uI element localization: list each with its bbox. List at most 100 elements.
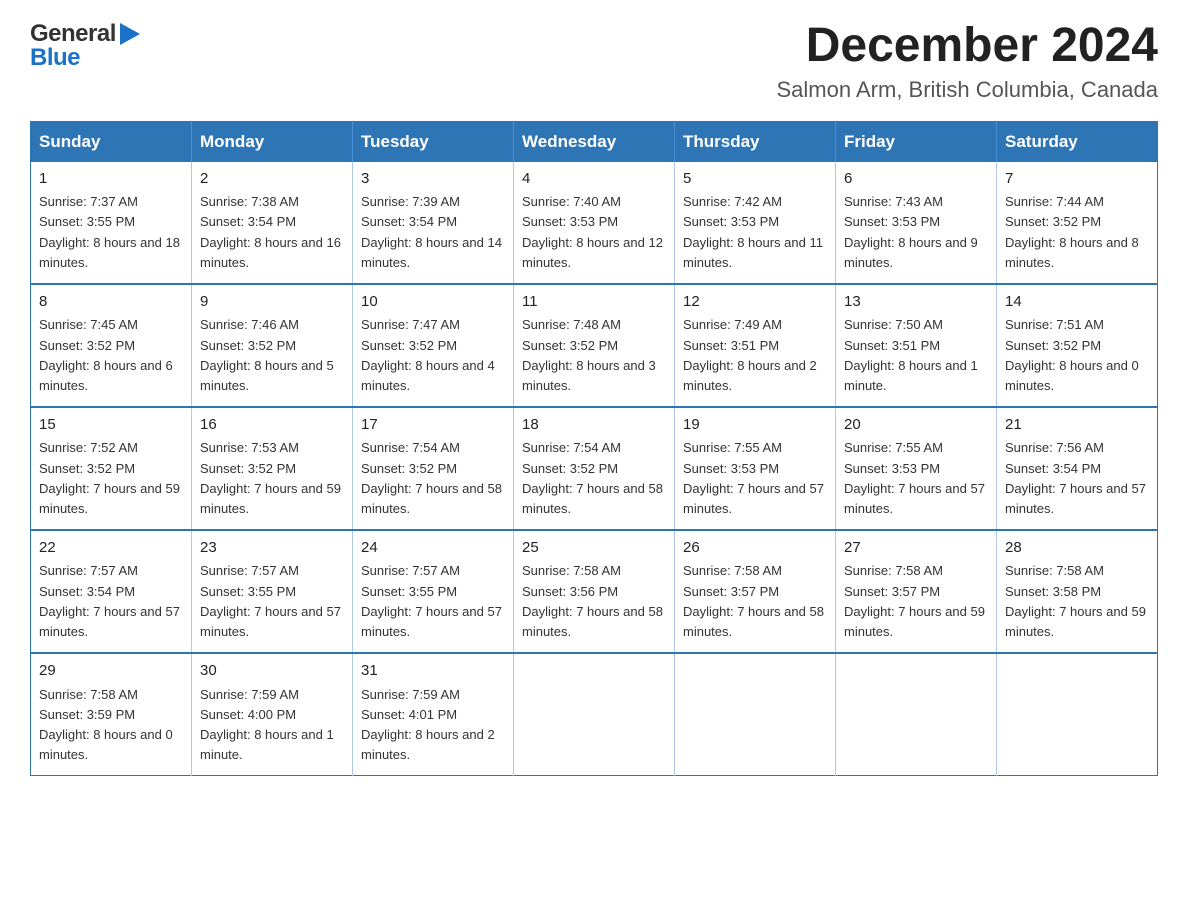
calendar-day-cell: 10Sunrise: 7:47 AMSunset: 3:52 PMDayligh… xyxy=(353,284,514,407)
calendar-weekday-header: Friday xyxy=(836,121,997,162)
day-info: Sunrise: 7:45 AMSunset: 3:52 PMDaylight:… xyxy=(39,315,183,396)
day-info: Sunrise: 7:59 AMSunset: 4:01 PMDaylight:… xyxy=(361,685,505,766)
calendar-weekday-header: Saturday xyxy=(997,121,1158,162)
calendar-day-cell: 24Sunrise: 7:57 AMSunset: 3:55 PMDayligh… xyxy=(353,530,514,653)
logo-arrow-icon xyxy=(120,23,140,45)
day-number: 1 xyxy=(39,168,183,191)
day-number: 9 xyxy=(200,291,344,314)
calendar-day-cell: 5Sunrise: 7:42 AMSunset: 3:53 PMDaylight… xyxy=(675,162,836,284)
calendar-day-cell xyxy=(997,653,1158,776)
day-number: 29 xyxy=(39,660,183,683)
day-number: 4 xyxy=(522,168,666,191)
day-number: 26 xyxy=(683,537,827,560)
day-number: 8 xyxy=(39,291,183,314)
day-info: Sunrise: 7:50 AMSunset: 3:51 PMDaylight:… xyxy=(844,315,988,396)
calendar-week-row: 15Sunrise: 7:52 AMSunset: 3:52 PMDayligh… xyxy=(31,407,1158,530)
day-info: Sunrise: 7:58 AMSunset: 3:59 PMDaylight:… xyxy=(39,685,183,766)
calendar-day-cell: 16Sunrise: 7:53 AMSunset: 3:52 PMDayligh… xyxy=(192,407,353,530)
day-info: Sunrise: 7:57 AMSunset: 3:55 PMDaylight:… xyxy=(200,561,344,642)
calendar-day-cell: 25Sunrise: 7:58 AMSunset: 3:56 PMDayligh… xyxy=(514,530,675,653)
calendar-day-cell: 31Sunrise: 7:59 AMSunset: 4:01 PMDayligh… xyxy=(353,653,514,776)
calendar-day-cell: 20Sunrise: 7:55 AMSunset: 3:53 PMDayligh… xyxy=(836,407,997,530)
day-number: 3 xyxy=(361,168,505,191)
day-info: Sunrise: 7:54 AMSunset: 3:52 PMDaylight:… xyxy=(361,438,505,519)
day-number: 30 xyxy=(200,660,344,683)
calendar-day-cell: 3Sunrise: 7:39 AMSunset: 3:54 PMDaylight… xyxy=(353,162,514,284)
calendar-day-cell: 27Sunrise: 7:58 AMSunset: 3:57 PMDayligh… xyxy=(836,530,997,653)
calendar-day-cell: 30Sunrise: 7:59 AMSunset: 4:00 PMDayligh… xyxy=(192,653,353,776)
calendar-day-cell: 8Sunrise: 7:45 AMSunset: 3:52 PMDaylight… xyxy=(31,284,192,407)
logo-blue-text: Blue xyxy=(30,44,80,72)
day-number: 13 xyxy=(844,291,988,314)
calendar-week-row: 29Sunrise: 7:58 AMSunset: 3:59 PMDayligh… xyxy=(31,653,1158,776)
calendar-day-cell: 23Sunrise: 7:57 AMSunset: 3:55 PMDayligh… xyxy=(192,530,353,653)
day-number: 31 xyxy=(361,660,505,683)
calendar-day-cell: 13Sunrise: 7:50 AMSunset: 3:51 PMDayligh… xyxy=(836,284,997,407)
day-info: Sunrise: 7:57 AMSunset: 3:54 PMDaylight:… xyxy=(39,561,183,642)
location-subtitle: Salmon Arm, British Columbia, Canada xyxy=(777,77,1159,103)
day-number: 7 xyxy=(1005,168,1149,191)
day-info: Sunrise: 7:40 AMSunset: 3:53 PMDaylight:… xyxy=(522,192,666,273)
day-info: Sunrise: 7:56 AMSunset: 3:54 PMDaylight:… xyxy=(1005,438,1149,519)
day-info: Sunrise: 7:46 AMSunset: 3:52 PMDaylight:… xyxy=(200,315,344,396)
day-info: Sunrise: 7:49 AMSunset: 3:51 PMDaylight:… xyxy=(683,315,827,396)
day-number: 25 xyxy=(522,537,666,560)
calendar-day-cell: 9Sunrise: 7:46 AMSunset: 3:52 PMDaylight… xyxy=(192,284,353,407)
page-header: General Blue December 2024 Salmon Arm, B… xyxy=(30,20,1158,103)
calendar-day-cell: 22Sunrise: 7:57 AMSunset: 3:54 PMDayligh… xyxy=(31,530,192,653)
day-number: 12 xyxy=(683,291,827,314)
day-info: Sunrise: 7:53 AMSunset: 3:52 PMDaylight:… xyxy=(200,438,344,519)
day-number: 20 xyxy=(844,414,988,437)
day-number: 22 xyxy=(39,537,183,560)
day-number: 28 xyxy=(1005,537,1149,560)
day-number: 19 xyxy=(683,414,827,437)
day-number: 17 xyxy=(361,414,505,437)
day-number: 24 xyxy=(361,537,505,560)
calendar-week-row: 8Sunrise: 7:45 AMSunset: 3:52 PMDaylight… xyxy=(31,284,1158,407)
calendar-day-cell xyxy=(836,653,997,776)
day-info: Sunrise: 7:38 AMSunset: 3:54 PMDaylight:… xyxy=(200,192,344,273)
day-info: Sunrise: 7:58 AMSunset: 3:57 PMDaylight:… xyxy=(844,561,988,642)
day-info: Sunrise: 7:42 AMSunset: 3:53 PMDaylight:… xyxy=(683,192,827,273)
day-info: Sunrise: 7:52 AMSunset: 3:52 PMDaylight:… xyxy=(39,438,183,519)
calendar-week-row: 22Sunrise: 7:57 AMSunset: 3:54 PMDayligh… xyxy=(31,530,1158,653)
day-number: 6 xyxy=(844,168,988,191)
calendar-day-cell xyxy=(514,653,675,776)
calendar-day-cell: 1Sunrise: 7:37 AMSunset: 3:55 PMDaylight… xyxy=(31,162,192,284)
logo: General Blue xyxy=(30,20,140,72)
day-info: Sunrise: 7:44 AMSunset: 3:52 PMDaylight:… xyxy=(1005,192,1149,273)
day-info: Sunrise: 7:48 AMSunset: 3:52 PMDaylight:… xyxy=(522,315,666,396)
calendar-weekday-header: Thursday xyxy=(675,121,836,162)
day-info: Sunrise: 7:58 AMSunset: 3:57 PMDaylight:… xyxy=(683,561,827,642)
day-info: Sunrise: 7:51 AMSunset: 3:52 PMDaylight:… xyxy=(1005,315,1149,396)
calendar-weekday-header: Tuesday xyxy=(353,121,514,162)
day-number: 21 xyxy=(1005,414,1149,437)
day-info: Sunrise: 7:47 AMSunset: 3:52 PMDaylight:… xyxy=(361,315,505,396)
calendar-day-cell: 19Sunrise: 7:55 AMSunset: 3:53 PMDayligh… xyxy=(675,407,836,530)
day-number: 11 xyxy=(522,291,666,314)
day-info: Sunrise: 7:59 AMSunset: 4:00 PMDaylight:… xyxy=(200,685,344,766)
day-number: 18 xyxy=(522,414,666,437)
calendar-day-cell: 14Sunrise: 7:51 AMSunset: 3:52 PMDayligh… xyxy=(997,284,1158,407)
calendar-week-row: 1Sunrise: 7:37 AMSunset: 3:55 PMDaylight… xyxy=(31,162,1158,284)
day-number: 10 xyxy=(361,291,505,314)
day-info: Sunrise: 7:54 AMSunset: 3:52 PMDaylight:… xyxy=(522,438,666,519)
calendar-weekday-header: Monday xyxy=(192,121,353,162)
calendar-table: SundayMondayTuesdayWednesdayThursdayFrid… xyxy=(30,121,1158,776)
calendar-day-cell: 11Sunrise: 7:48 AMSunset: 3:52 PMDayligh… xyxy=(514,284,675,407)
day-info: Sunrise: 7:55 AMSunset: 3:53 PMDaylight:… xyxy=(683,438,827,519)
calendar-day-cell: 12Sunrise: 7:49 AMSunset: 3:51 PMDayligh… xyxy=(675,284,836,407)
day-number: 2 xyxy=(200,168,344,191)
calendar-day-cell: 26Sunrise: 7:58 AMSunset: 3:57 PMDayligh… xyxy=(675,530,836,653)
day-info: Sunrise: 7:58 AMSunset: 3:56 PMDaylight:… xyxy=(522,561,666,642)
month-title: December 2024 xyxy=(777,20,1159,73)
calendar-day-cell xyxy=(675,653,836,776)
calendar-header-row: SundayMondayTuesdayWednesdayThursdayFrid… xyxy=(31,121,1158,162)
calendar-day-cell: 7Sunrise: 7:44 AMSunset: 3:52 PMDaylight… xyxy=(997,162,1158,284)
calendar-day-cell: 17Sunrise: 7:54 AMSunset: 3:52 PMDayligh… xyxy=(353,407,514,530)
day-number: 14 xyxy=(1005,291,1149,314)
day-number: 5 xyxy=(683,168,827,191)
calendar-day-cell: 28Sunrise: 7:58 AMSunset: 3:58 PMDayligh… xyxy=(997,530,1158,653)
calendar-day-cell: 18Sunrise: 7:54 AMSunset: 3:52 PMDayligh… xyxy=(514,407,675,530)
calendar-day-cell: 29Sunrise: 7:58 AMSunset: 3:59 PMDayligh… xyxy=(31,653,192,776)
